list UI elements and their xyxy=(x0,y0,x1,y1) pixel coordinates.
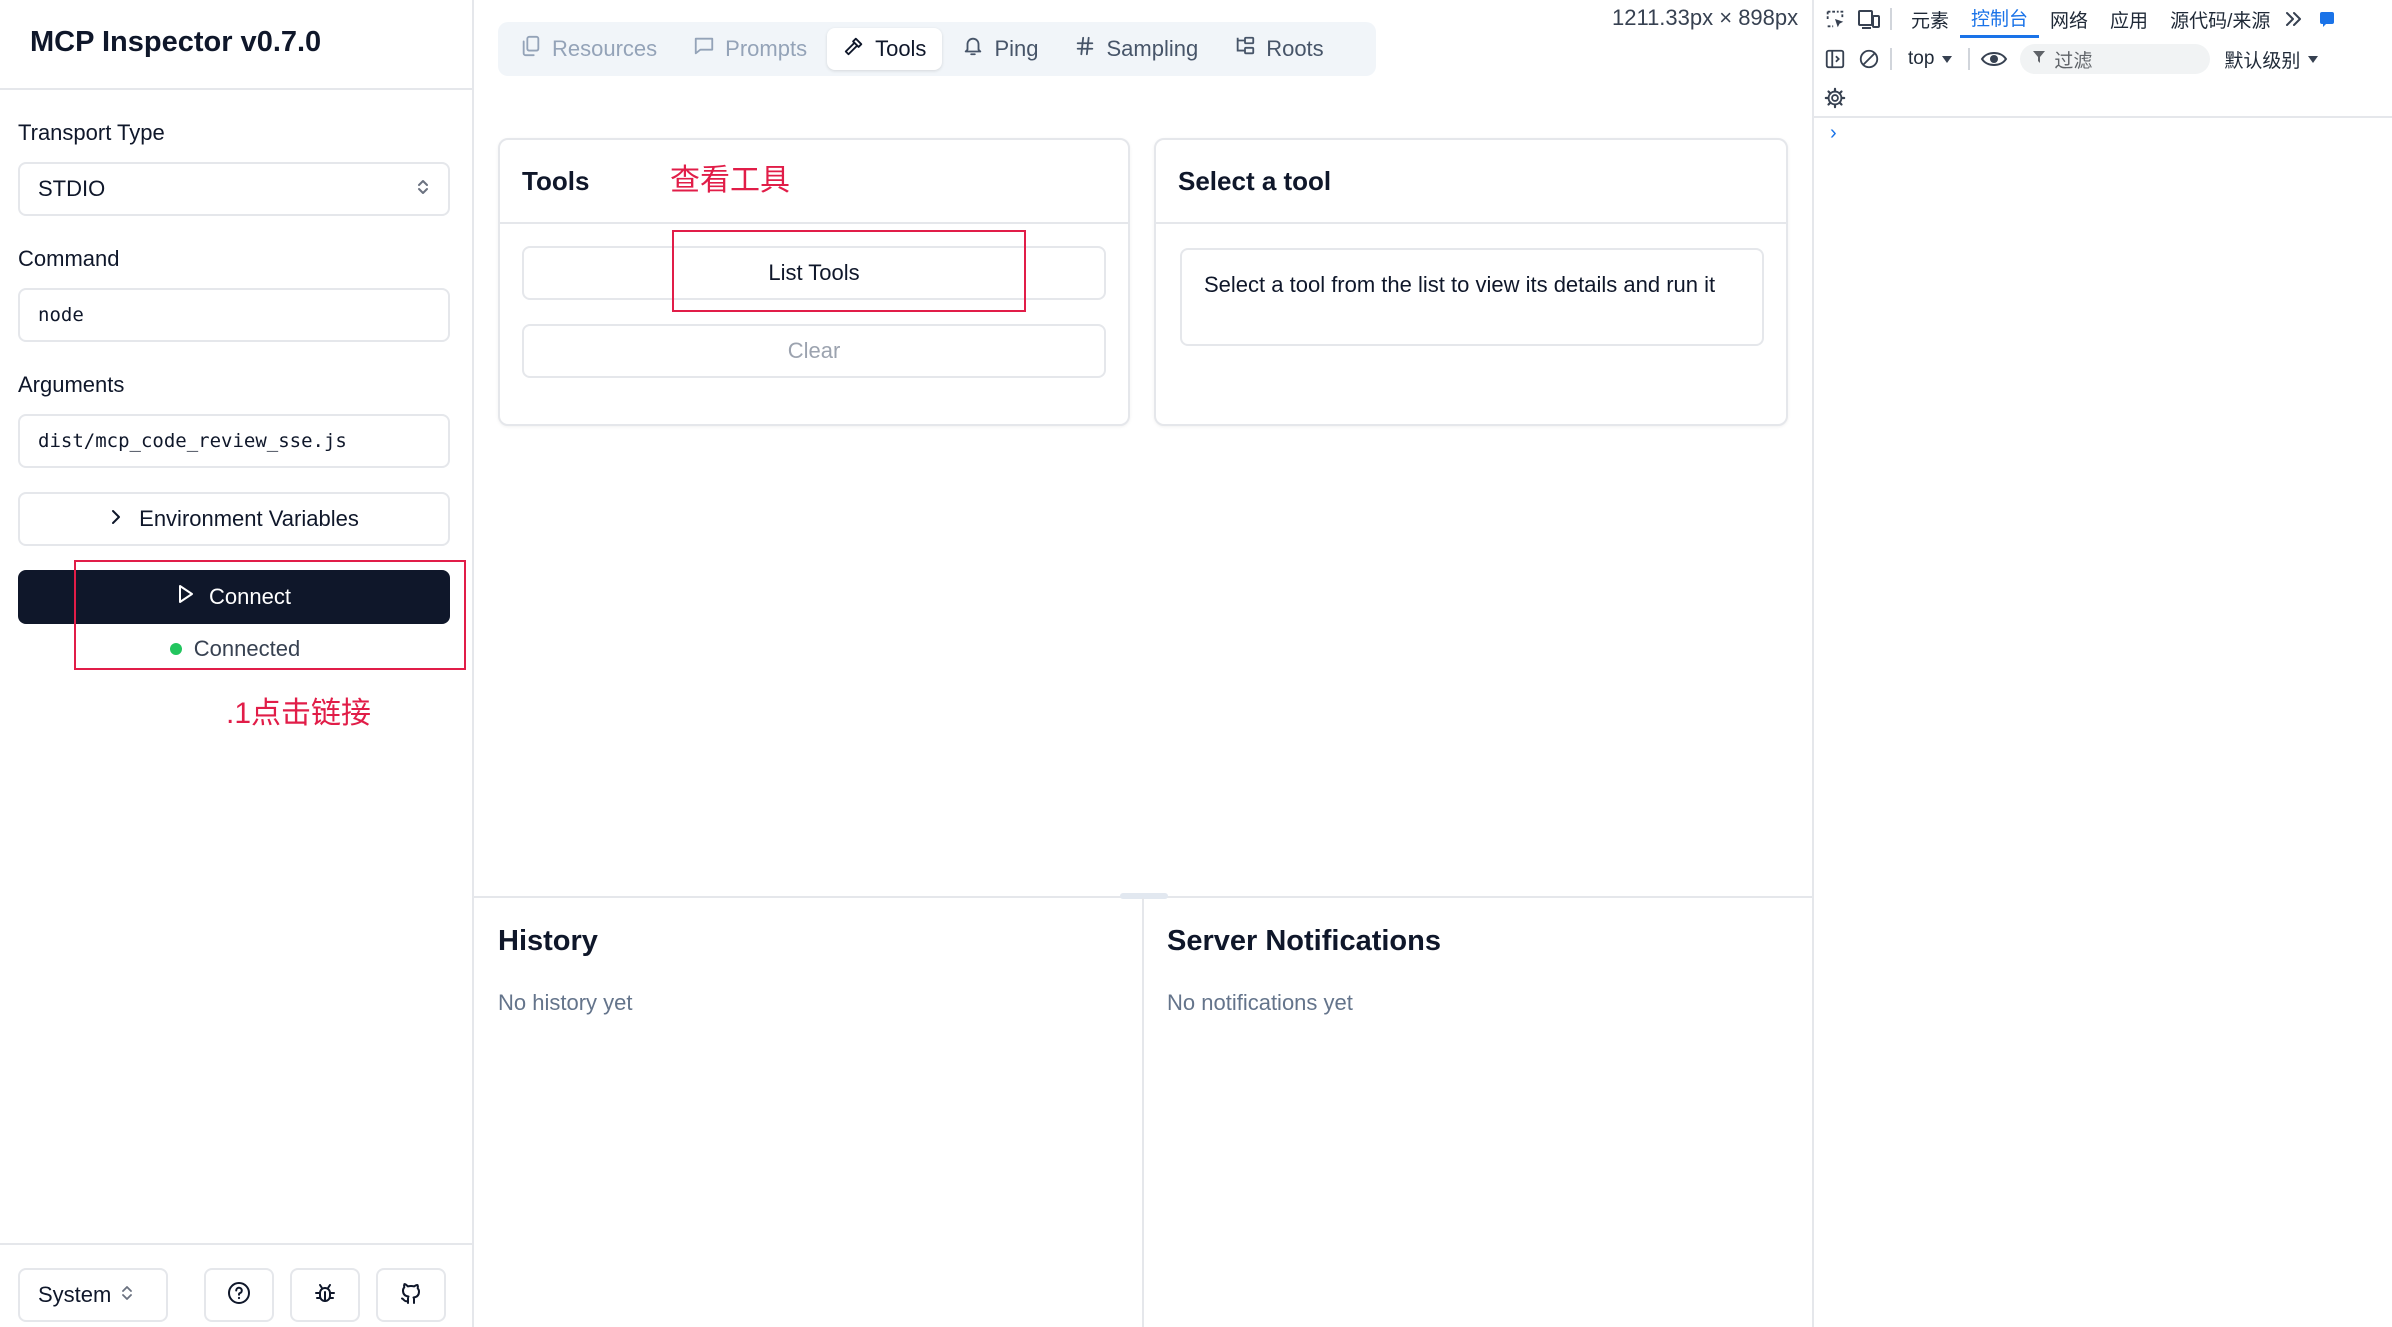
tab-roots[interactable]: Roots xyxy=(1218,28,1339,70)
console-toolbar: top 过滤 默认级别 xyxy=(1814,40,2392,78)
tab-resources[interactable]: Resources xyxy=(504,28,673,70)
transport-type-select[interactable]: STDIO xyxy=(18,162,450,216)
sidebar-header: MCP Inspector v0.7.0 xyxy=(0,0,472,90)
tools-card-title: Tools xyxy=(500,140,1128,224)
github-button[interactable] xyxy=(376,1268,446,1322)
tool-detail-message: Select a tool from the list to view its … xyxy=(1180,248,1764,346)
context-value: top xyxy=(1908,48,1935,69)
console-filter-input[interactable]: 过滤 xyxy=(2020,44,2211,74)
caret-down-icon xyxy=(2308,48,2319,70)
devtools-panel: 元素 控制台 网络 应用 源代码/来源 top 过滤 默认级别 › xyxy=(1812,0,2392,1327)
bell-icon xyxy=(962,35,984,63)
tab-label: Roots xyxy=(1266,36,1324,61)
context-select[interactable]: top xyxy=(1900,48,1960,70)
tab-label: Sampling xyxy=(1106,36,1199,61)
arguments-label: Arguments xyxy=(18,372,125,397)
devtools-tab-sources[interactable]: 源代码/来源 xyxy=(2159,0,2281,38)
chevron-up-down-icon xyxy=(416,177,430,201)
bug-icon xyxy=(313,1281,337,1310)
connect-annotation-box xyxy=(74,560,466,670)
arguments-input[interactable]: dist/mcp_code_review_sse.js xyxy=(18,414,450,468)
theme-select[interactable]: System xyxy=(18,1268,168,1322)
command-label: Command xyxy=(18,246,120,271)
list-tools-annotation-box xyxy=(672,230,1026,312)
tab-sampling[interactable]: Sampling xyxy=(1058,28,1214,70)
folder-tree-icon xyxy=(1234,35,1256,63)
clear-button[interactable]: Clear xyxy=(522,324,1106,378)
bottom-divider xyxy=(1142,898,1144,1327)
list-tools-annotation-text: 查看工具 xyxy=(670,164,790,197)
device-toolbar-icon[interactable] xyxy=(1856,6,1882,32)
gear-icon[interactable] xyxy=(1822,85,1848,111)
hammer-icon xyxy=(843,35,865,63)
filter-icon xyxy=(2032,48,2046,70)
devtools-tabbar: 元素 控制台 网络 应用 源代码/来源 xyxy=(1814,0,2392,38)
tab-label: Ping xyxy=(994,36,1039,61)
console-prompt[interactable]: › xyxy=(1830,122,1837,145)
viewport-size-readout: 1211.33px × 898px xyxy=(1612,5,1799,30)
devtools-tab-console[interactable]: 控制台 xyxy=(1960,0,2040,38)
chevron-right-icon xyxy=(109,506,123,532)
console-settings-row xyxy=(1814,80,2392,118)
main-tabs: Resources Prompts Tools Ping Sampling Ro… xyxy=(498,22,1376,76)
filter-placeholder: 过滤 xyxy=(2054,50,2093,72)
hash-icon xyxy=(1074,35,1096,63)
environment-variables-toggle[interactable]: Environment Variables xyxy=(18,492,450,546)
live-expression-eye-icon[interactable] xyxy=(1978,46,2010,72)
toolbar-separator xyxy=(1968,48,1971,70)
environment-variables-label: Environment Variables xyxy=(139,506,359,531)
debug-button[interactable] xyxy=(290,1268,360,1322)
toolbar-separator xyxy=(1890,48,1892,70)
tool-detail-card: Select a tool Select a tool from the lis… xyxy=(1154,138,1788,426)
help-button[interactable] xyxy=(204,1268,274,1322)
tab-ping[interactable]: Ping xyxy=(946,28,1054,70)
chevron-up-down-icon xyxy=(121,1282,133,1308)
connect-annotation-text: .1点击链接 xyxy=(226,697,372,730)
log-level-select[interactable]: 默认级别 xyxy=(2224,46,2319,73)
history-empty-text: No history yet xyxy=(498,990,633,1015)
command-input[interactable]: node xyxy=(18,288,450,342)
devtools-tab-network[interactable]: 网络 xyxy=(2039,0,2099,38)
devtools-tab-application[interactable]: 应用 xyxy=(2099,0,2159,38)
history-title: History xyxy=(498,925,598,957)
toolbar-separator xyxy=(1890,8,1892,30)
theme-value: System xyxy=(38,1282,112,1307)
files-icon xyxy=(520,35,542,63)
sidebar-toggle-icon[interactable] xyxy=(1822,46,1848,72)
inspect-element-icon[interactable] xyxy=(1822,6,1848,32)
tool-detail-title: Select a tool xyxy=(1156,140,1786,224)
server-notifications-title: Server Notifications xyxy=(1167,925,1441,957)
devtools-tab-elements[interactable]: 元素 xyxy=(1900,0,1960,38)
github-icon xyxy=(399,1281,423,1310)
more-tabs-icon[interactable] xyxy=(2281,6,2307,32)
clear-console-icon[interactable] xyxy=(1856,46,1882,72)
caret-down-icon xyxy=(1942,48,1953,70)
tab-label: Prompts xyxy=(725,36,808,61)
transport-type-value: STDIO xyxy=(38,176,106,201)
tab-label: Resources xyxy=(552,36,658,61)
log-level-value: 默认级别 xyxy=(2224,50,2301,72)
app-title: MCP Inspector v0.7.0 xyxy=(30,26,322,58)
notifications-empty-text: No notifications yet xyxy=(1167,990,1353,1015)
transport-type-label: Transport Type xyxy=(18,120,165,145)
message-square-icon xyxy=(693,35,715,63)
tab-label: Tools xyxy=(875,36,927,61)
help-circle-icon xyxy=(227,1281,251,1310)
resize-handle[interactable] xyxy=(1120,893,1168,899)
issues-badge-icon[interactable] xyxy=(2313,6,2339,32)
tab-tools[interactable]: Tools xyxy=(827,28,943,70)
tab-prompts[interactable]: Prompts xyxy=(677,28,823,70)
